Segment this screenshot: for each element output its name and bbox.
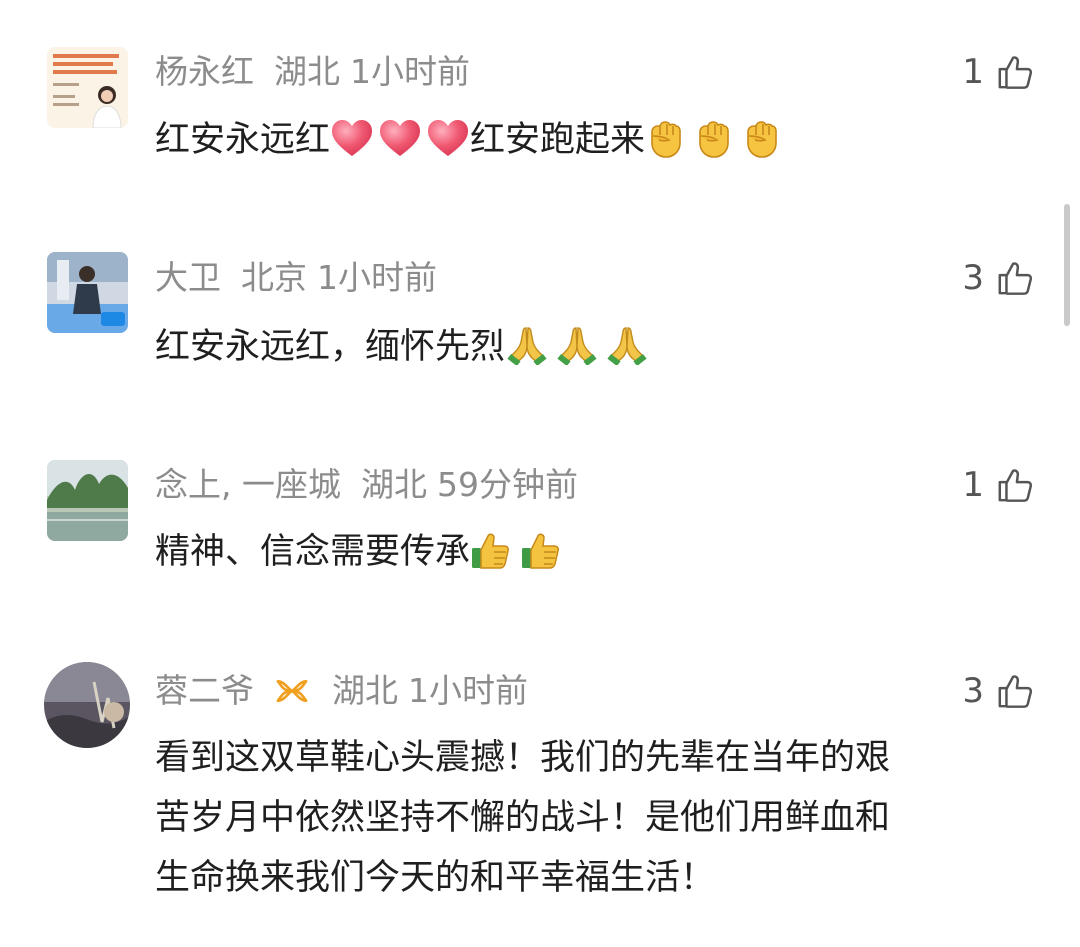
pray-emoji	[505, 325, 549, 365]
thumbs-up-icon	[996, 672, 1034, 710]
like-button[interactable]: 1	[962, 465, 1034, 505]
heart-emoji	[426, 118, 470, 158]
comment-text-part: 精神、信念需要传承	[155, 532, 471, 572]
fist-emoji	[693, 118, 733, 158]
thumbs-up-emoji	[470, 530, 514, 570]
location: 北京	[241, 258, 307, 297]
thumbs-up-icon	[996, 259, 1034, 297]
comment-meta: 蓉二爷 湖北 1小时前	[155, 671, 528, 711]
timestamp: 1小时前	[408, 671, 528, 710]
comment-text-line: 看到这双草鞋心头震撼！我们的先辈在当年的艰	[155, 738, 891, 778]
comment-text: 看到这双草鞋心头震撼！我们的先辈在当年的艰 苦岁月中依然坚持不懈的战斗！是他们用…	[155, 728, 1035, 908]
pray-emoji	[555, 325, 599, 365]
comment-text-line: 苦岁月中依然坚持不懈的战斗！是他们用鲜血和	[155, 798, 891, 838]
avatar[interactable]	[44, 662, 130, 748]
heart-emoji	[378, 118, 422, 158]
username[interactable]: 大卫	[155, 258, 221, 298]
location: 湖北	[360, 465, 427, 504]
thumbs-up-icon	[996, 466, 1034, 504]
like-count: 3	[962, 258, 984, 298]
heart-emoji	[330, 118, 374, 158]
timestamp: 59分钟前	[436, 465, 578, 504]
scrollbar[interactable]	[1064, 204, 1070, 326]
avatar[interactable]	[47, 252, 128, 333]
like-count: 3	[962, 671, 984, 711]
like-count: 1	[962, 465, 984, 505]
like-button[interactable]: 1	[962, 52, 1034, 92]
thumbs-up-emoji	[520, 530, 564, 570]
like-count: 1	[962, 52, 984, 92]
location: 湖北	[332, 671, 398, 710]
fist-emoji	[741, 118, 781, 158]
comment-text-part: 红安跑起来	[470, 120, 646, 160]
comment-text-line: 生命换来我们今天的和平幸福生活！	[155, 858, 716, 898]
comment-text-part: 红安永远红	[155, 120, 331, 160]
comment-meta: 杨永红 湖北 1小时前	[155, 52, 470, 92]
username[interactable]: 杨永红	[155, 52, 254, 92]
avatar[interactable]	[47, 460, 128, 541]
username[interactable]: 蓉二爷	[155, 671, 254, 711]
comment-text: 红安永远红，缅怀先烈	[155, 317, 1035, 377]
comment-meta: 大卫 北京 1小时前	[155, 258, 437, 298]
vip-badge-icon	[274, 676, 310, 706]
like-button[interactable]: 3	[962, 671, 1034, 711]
timestamp: 1小时前	[350, 52, 470, 91]
timestamp: 1小时前	[317, 258, 437, 297]
pray-emoji	[605, 325, 649, 365]
comment-text: 精神、信念需要传承	[155, 522, 1035, 582]
comment-meta: 念上, 一座城 湖北 59分钟前	[155, 465, 578, 505]
fist-emoji	[645, 118, 685, 158]
location: 湖北	[274, 52, 340, 91]
avatar[interactable]	[47, 47, 128, 128]
username[interactable]: 念上, 一座城	[155, 465, 341, 505]
thumbs-up-icon	[996, 53, 1034, 91]
comment-text-part: 红安永远红，缅怀先烈	[155, 327, 506, 367]
like-button[interactable]: 3	[962, 258, 1034, 298]
comment-text: 红安永远红 红安跑起来	[155, 110, 1035, 170]
